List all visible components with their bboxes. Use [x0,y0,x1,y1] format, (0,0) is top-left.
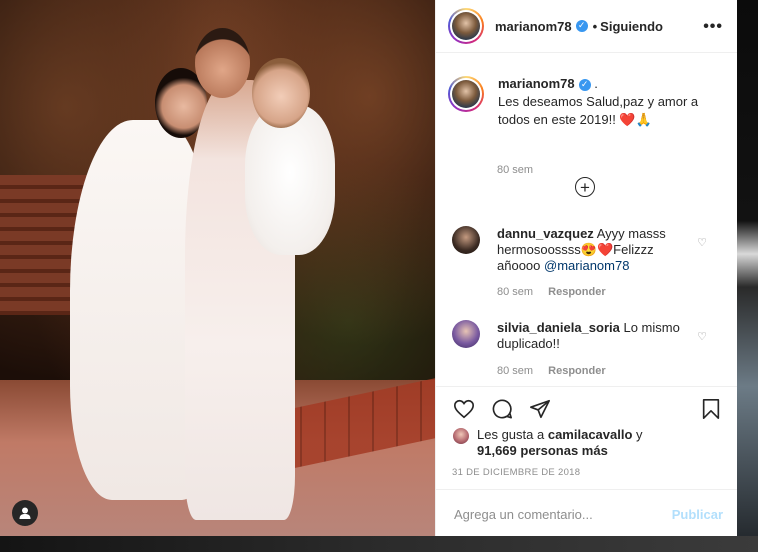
post-date: 31 DE DICIEMBRE DE 2018 [452,467,581,478]
comment-time: 80 sem [497,286,534,298]
comment-icon[interactable] [490,397,514,421]
verified-badge-icon: ✓ [578,78,591,91]
comment-mention[interactable]: @marianom78 [544,258,629,273]
photo-person-child-head [252,58,310,128]
caption-text: Les deseamos Salud,paz y amor a todos en… [498,94,699,127]
bookmark-icon[interactable] [699,397,723,421]
heart-icon-svg [454,399,474,419]
likes-joiner: y [636,427,643,442]
caption-body: marianom78 ✓ . Les deseamos Salud,paz y a… [498,76,699,127]
post-photo[interactable] [0,0,435,536]
share-icon[interactable] [528,397,552,421]
follow-status-button[interactable]: Siguiendo [600,19,663,34]
share-icon-svg [530,399,550,419]
commenter-username[interactable]: dannu_vazquez [497,226,594,241]
comment-time: 80 sem [497,365,534,377]
comment-like-icon[interactable]: ♡ [697,330,707,343]
photo-person-man-head [195,28,250,98]
header-text: marianom78 ✓ • Siguiendo [495,19,663,34]
verified-badge-icon: ✓ [575,20,588,32]
caption-avatar-image [452,80,480,108]
bookmark-icon-svg [702,399,720,419]
user-silhouette-icon [19,507,31,519]
liker-username[interactable]: camilacavallo [548,427,633,442]
liker-avatar[interactable] [453,428,469,444]
avatar-ring-inner [450,78,482,110]
background-strip-right [736,0,758,552]
commenter-avatar[interactable] [452,226,480,254]
likes-summary: Les gusta a camilacavallo y 91,669 perso… [453,427,643,459]
caption-time: 80 sem [497,164,534,176]
likes-prefix: Les gusta a [477,427,545,442]
comment-meta: 80 sem Responder [497,286,606,298]
author-username[interactable]: marianom78 [495,19,572,34]
background-strip-bottom [0,536,758,552]
author-avatar-image [452,12,480,40]
plus-icon: + [580,177,590,197]
caption-author-avatar[interactable] [448,76,484,112]
commenter-username[interactable]: silvia_daniela_soria [497,320,620,335]
post-actions: Les gusta a camilacavallo y 91,669 perso… [436,386,737,537]
comment-icon-svg [492,399,512,419]
post-panel: marianom78 ✓ • Siguiendo ••• marianom78 ✓… [435,0,737,536]
likes-count[interactable]: 91,669 personas más [477,443,608,458]
likes-text: Les gusta a camilacavallo y 91,669 perso… [477,427,643,459]
tagged-user-icon[interactable] [12,500,38,526]
publish-button[interactable]: Publicar [672,507,723,522]
comment-text: silvia_daniela_soria Lo mismo duplicado!… [497,320,697,352]
reply-button[interactable]: Responder [548,286,605,298]
action-icons [452,397,552,421]
comments-section: marianom78 ✓ . Les deseamos Salud,paz y a… [436,53,737,386]
reply-button[interactable]: Responder [548,365,605,377]
avatar-ring-inner [450,10,482,42]
post-caption: marianom78 ✓ . Les deseamos Salud,paz y a… [448,75,713,176]
comment-like-icon[interactable]: ♡ [697,236,707,249]
author-avatar[interactable] [448,8,484,44]
add-comment-bar: Publicar [436,489,737,538]
post-header: marianom78 ✓ • Siguiendo ••• [436,0,737,53]
comment-input[interactable] [452,505,666,523]
more-options-icon[interactable]: ••• [703,18,723,36]
commenter-avatar[interactable] [452,320,480,348]
comment-text: dannu_vazquez Ayyy masss hermosoossss😍❤️… [497,226,697,274]
load-more-comments-button[interactable]: + [575,177,595,197]
heart-icon[interactable] [452,397,476,421]
photo-person-child [245,105,335,255]
caption-username[interactable]: marianom78 [498,76,575,91]
comment-meta: 80 sem Responder [497,365,606,377]
header-separator: • [592,18,598,34]
